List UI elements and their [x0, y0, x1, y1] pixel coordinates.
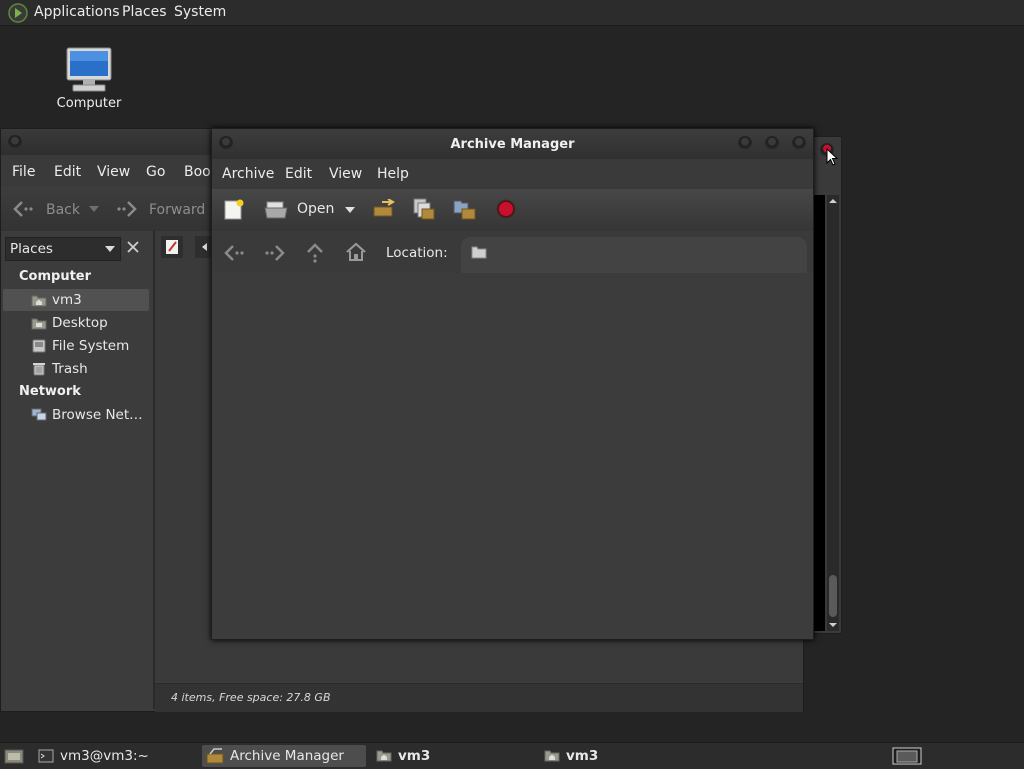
places-combo-label: Places [10, 241, 53, 257]
task-label: vm3 [566, 748, 599, 764]
workspace-switcher[interactable] [892, 747, 922, 765]
task-label: Archive Manager [230, 748, 344, 764]
open-button[interactable]: Open [297, 201, 334, 217]
menu-edit[interactable]: Edit [54, 164, 81, 180]
location-bar: Location: [212, 231, 813, 274]
archive-icon [206, 748, 224, 764]
menu-applications[interactable]: Applications [34, 4, 120, 20]
location-label: Location: [386, 245, 448, 261]
minimize-button[interactable] [738, 136, 752, 150]
sidebar-item-label: Trash [52, 361, 88, 377]
archive-content-area[interactable] [212, 273, 813, 639]
task-label: vm3 [398, 748, 431, 764]
menu-help[interactable]: Help [377, 166, 409, 182]
status-bar: 4 items, Free space: 27.8 GB [155, 683, 803, 712]
archive-manager-window: Archive Manager Archive Edit View Help O… [211, 128, 814, 640]
bottom-panel: vm3@vm3:~ Archive Manager vm3 vm3 [0, 742, 1024, 769]
add-folder-icon[interactable] [453, 197, 477, 221]
mouse-cursor-icon [826, 148, 838, 166]
back-button[interactable]: Back [46, 202, 80, 218]
scrollbar[interactable] [827, 195, 839, 631]
edit-location-button[interactable] [161, 236, 183, 258]
location-field[interactable] [461, 237, 807, 273]
task-vm3-1[interactable]: vm3 [372, 745, 532, 767]
menu-view[interactable]: View [329, 166, 362, 182]
home-folder-icon [544, 748, 560, 762]
task-label: vm3@vm3:~ [60, 748, 149, 764]
sidebar-item-file-system[interactable]: File System [3, 335, 149, 357]
forward-arrow-icon[interactable] [263, 243, 287, 263]
desktop-computer-icon[interactable]: Computer [52, 46, 126, 111]
back-arrow-icon[interactable] [223, 243, 247, 263]
menu-file[interactable]: File [12, 164, 35, 180]
show-desktop-icon[interactable] [4, 747, 24, 765]
sidebar-item-trash[interactable]: Trash [3, 358, 149, 380]
distro-logo-icon[interactable] [8, 3, 28, 23]
back-dropdown-icon[interactable] [89, 206, 99, 212]
terminal-area [813, 195, 825, 631]
menu-places[interactable]: Places [122, 4, 167, 20]
sidebar-item-label: vm3 [52, 292, 82, 308]
trash-icon [31, 362, 47, 376]
sidebar-header-network: Network [19, 384, 81, 399]
desktop-folder-icon [31, 316, 47, 330]
archive-manager-menubar: Archive Edit View Help [212, 159, 813, 189]
network-icon [31, 408, 47, 422]
extract-icon[interactable] [372, 199, 396, 221]
sidebar-header-computer: Computer [19, 269, 92, 284]
forward-arrow-icon[interactable] [115, 199, 139, 219]
close-sidebar-icon[interactable] [126, 240, 140, 254]
folder-icon [471, 245, 487, 259]
sidebar-item-vm3[interactable]: vm3 [3, 289, 149, 311]
places-combo[interactable]: Places [5, 237, 121, 261]
terminal-icon [38, 748, 54, 764]
forward-button[interactable]: Forward [149, 202, 205, 218]
task-terminal[interactable]: vm3@vm3:~ [34, 745, 194, 767]
status-text: 4 items, Free space: 27.8 GB [171, 691, 331, 704]
window-menu-button[interactable] [8, 135, 22, 149]
archive-manager-titlebar[interactable]: Archive Manager [212, 129, 813, 159]
up-arrow-icon[interactable] [305, 242, 325, 264]
menu-view[interactable]: View [97, 164, 130, 180]
task-vm3-2[interactable]: vm3 [540, 745, 700, 767]
open-folder-icon[interactable] [264, 200, 288, 220]
desktop-computer-label: Computer [56, 96, 122, 111]
sidebar-item-desktop[interactable]: Desktop [3, 312, 149, 334]
task-archive-manager[interactable]: Archive Manager [202, 745, 366, 767]
menu-edit[interactable]: Edit [285, 166, 312, 182]
menu-archive[interactable]: Archive [222, 166, 274, 182]
sidebar-item-label: Desktop [52, 315, 108, 331]
top-panel: Applications Places System [0, 0, 1024, 26]
background-window-edge [812, 136, 842, 634]
chevron-down-icon [105, 246, 115, 252]
menu-system[interactable]: System [174, 4, 226, 20]
home-icon[interactable] [345, 242, 367, 262]
archive-manager-toolbar: Open [212, 189, 813, 231]
places-sidebar: Places Computer vm3 Desktop File System … [1, 231, 155, 709]
sidebar-item-label: Browse Net… [52, 407, 143, 423]
new-archive-icon[interactable] [223, 199, 245, 221]
sidebar-item-browse-network[interactable]: Browse Net… [3, 404, 149, 426]
menu-go[interactable]: Go [146, 164, 165, 180]
window-title: Archive Manager [450, 137, 575, 152]
open-dropdown-icon[interactable] [345, 207, 355, 213]
home-folder-icon [31, 293, 47, 307]
drive-icon [31, 339, 47, 353]
sidebar-item-label: File System [52, 338, 130, 354]
stop-icon[interactable] [496, 199, 516, 219]
add-files-icon[interactable] [412, 197, 436, 221]
close-button[interactable] [792, 136, 806, 150]
maximize-button[interactable] [765, 136, 779, 150]
back-arrow-icon[interactable] [12, 199, 36, 219]
home-folder-icon [376, 748, 392, 762]
